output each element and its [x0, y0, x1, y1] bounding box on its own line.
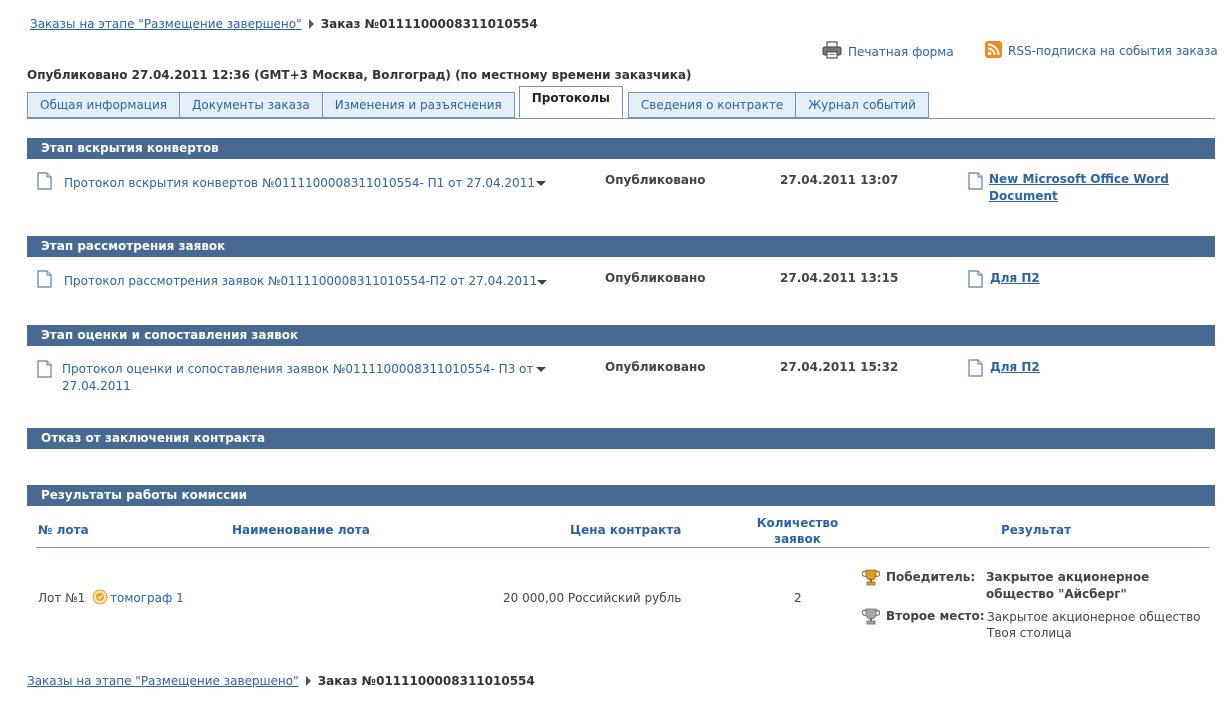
- breadcrumb-parent-link[interactable]: Заказы на этапе "Размещение завершено": [27, 674, 299, 688]
- rss-label: RSS-подписка на события заказа: [1008, 44, 1218, 58]
- protocol-date: 27.04.2011 13:15: [780, 271, 899, 285]
- second-place-line2: Твоя столица: [987, 626, 1072, 640]
- section-contract-refusal: Отказ от заключения контракта: [27, 428, 1215, 449]
- header-result: Результат: [1001, 523, 1072, 537]
- header-lot-no: № лота: [38, 523, 89, 537]
- section-evaluation: Этап оценки и сопоставления заявок: [27, 325, 1215, 346]
- protocol-link-p3-line2: 27.04.2011: [62, 379, 131, 393]
- section-commission-results: Результаты работы комиссии: [27, 485, 1215, 506]
- trophy-silver-icon: [861, 608, 881, 628]
- lot-name-link[interactable]: томограф 1: [110, 591, 184, 605]
- breadcrumb-arrow-icon: [305, 676, 311, 686]
- tab-contract-info[interactable]: Сведения о контракте: [627, 92, 797, 118]
- protocol-link-p1[interactable]: Протокол вскрытия конвертов №01111000083…: [64, 176, 535, 190]
- header-contract-price: Цена контракта: [570, 523, 682, 537]
- tab-underline: [27, 118, 1215, 119]
- breadcrumb-arrow-icon: [308, 19, 314, 29]
- doc-icon: [37, 172, 52, 193]
- tab-event-log[interactable]: Журнал событий: [795, 92, 929, 118]
- chevron-down-icon[interactable]: [536, 181, 546, 186]
- tab-protocols[interactable]: Протоколы: [518, 86, 623, 118]
- breadcrumb-current: Заказ №0111100008311010554: [320, 17, 538, 31]
- winner-name-line2: общество "Айсберг": [986, 587, 1127, 601]
- tab-order-documents[interactable]: Документы заказа: [179, 92, 323, 118]
- doc-icon: [37, 270, 52, 291]
- header-count-line1: Количество: [756, 516, 839, 530]
- protocol-status: Опубликовано: [605, 173, 706, 187]
- second-place-label: Второе место:: [886, 609, 985, 623]
- tab-general-info[interactable]: Общая информация: [27, 92, 180, 118]
- protocol-status: Опубликовано: [605, 360, 706, 374]
- protocol-link-p2[interactable]: Протокол рассмотрения заявок №0111100008…: [64, 274, 537, 288]
- winner-name-line1: Закрытое акционерное: [986, 570, 1150, 584]
- attachment-link[interactable]: Для П2: [990, 359, 1040, 376]
- header-application-count: Количество заявок: [750, 515, 845, 547]
- contract-price: 20 000,00 Российский рубль: [503, 591, 682, 605]
- tab-bar: Общая информация Документы заказа Измене…: [27, 86, 929, 118]
- chevron-down-icon[interactable]: [537, 280, 547, 285]
- print-form-link[interactable]: Печатная форма: [822, 41, 954, 62]
- breadcrumb-parent-link[interactable]: Заказы на этапе "Размещение завершено": [30, 17, 302, 31]
- winner-name: Закрытое акционерное общество "Айсберг": [986, 569, 1149, 603]
- rss-subscribe-link[interactable]: RSS-подписка на события заказа: [985, 41, 1218, 61]
- protocol-date: 27.04.2011 13:07: [780, 173, 899, 187]
- rss-icon: [985, 41, 1002, 61]
- attachment-link[interactable]: New Microsoft Office Word Document: [989, 171, 1189, 205]
- protocol-link-p3-line1: Протокол оценки и сопоставления заявок №…: [62, 362, 534, 376]
- protocol-link-p3[interactable]: Протокол оценки и сопоставления заявок №…: [62, 361, 534, 395]
- second-place-name: Закрытое акционерное общество Твоя столи…: [987, 609, 1201, 641]
- doc-icon: [968, 359, 983, 380]
- winner-label: Победитель:: [886, 570, 976, 584]
- breadcrumb-top: Заказы на этапе "Размещение завершено" За…: [30, 17, 538, 31]
- doc-icon: [968, 172, 983, 193]
- protocol-status: Опубликовано: [605, 271, 706, 285]
- section-application-review: Этап рассмотрения заявок: [27, 236, 1215, 257]
- header-lot-name: Наименование лота: [232, 523, 370, 537]
- application-count: 2: [794, 591, 802, 605]
- doc-icon: [37, 360, 52, 381]
- breadcrumb-bottom: Заказы на этапе "Размещение завершено" За…: [27, 674, 535, 688]
- second-place-line1: Закрытое акционерное общество: [987, 610, 1201, 624]
- published-info: Опубликовано 27.04.2011 12:36 (GMT+3 Мос…: [27, 68, 692, 82]
- print-form-label: Печатная форма: [848, 44, 954, 59]
- attachment-link[interactable]: Для П2: [990, 270, 1040, 287]
- header-count-line2: заявок: [774, 532, 821, 546]
- table-header-divider: [36, 547, 1209, 548]
- tab-changes[interactable]: Изменения и разъяснения: [321, 92, 515, 118]
- section-envelope-opening: Этап вскрытия конвертов: [27, 138, 1215, 159]
- chevron-down-icon[interactable]: [536, 367, 546, 372]
- lot-number: Лот №1: [38, 591, 86, 605]
- doc-icon: [968, 270, 983, 291]
- trophy-gold-icon: [861, 569, 881, 589]
- lot-info-icon[interactable]: [92, 589, 108, 608]
- breadcrumb-current: Заказ №0111100008311010554: [317, 674, 535, 688]
- printer-icon: [822, 41, 842, 62]
- protocol-date: 27.04.2011 15:32: [780, 360, 899, 374]
